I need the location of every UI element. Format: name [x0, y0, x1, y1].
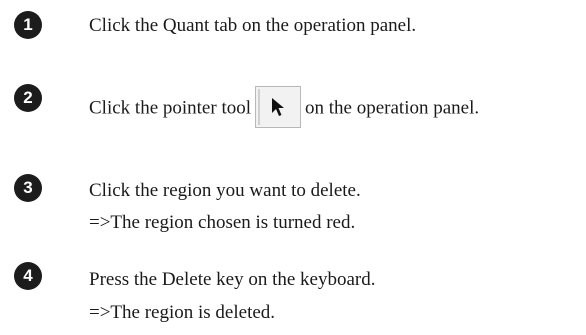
tool-box-edge — [258, 89, 261, 125]
pointer-arrow-icon — [272, 98, 285, 116]
step-number-badge: 2 — [14, 84, 42, 112]
step-4-result: =>The region is deleted. — [89, 302, 276, 323]
step-3-result: =>The region chosen is turned red. — [89, 212, 356, 233]
step-2-text-before: Click the pointer tool — [89, 97, 252, 119]
step-number-badge: 4 — [14, 262, 42, 290]
step-number-badge: 1 — [14, 11, 42, 39]
step-3-instruction: Click the region you want to delete. — [89, 180, 361, 201]
header-partial-text — [84, 0, 89, 8]
pointer-tool-button[interactable] — [255, 86, 302, 128]
step-number-badge: 3 — [14, 174, 42, 202]
step-2-text-after: on the operation panel. — [305, 97, 480, 119]
step-1-instruction: Click the Quant tab on the operation pan… — [89, 15, 417, 36]
step-2-instruction: Click the pointer tool on the operation p… — [89, 86, 480, 130]
step-4-instruction: Press the Delete key on the keyboard. — [89, 269, 376, 290]
